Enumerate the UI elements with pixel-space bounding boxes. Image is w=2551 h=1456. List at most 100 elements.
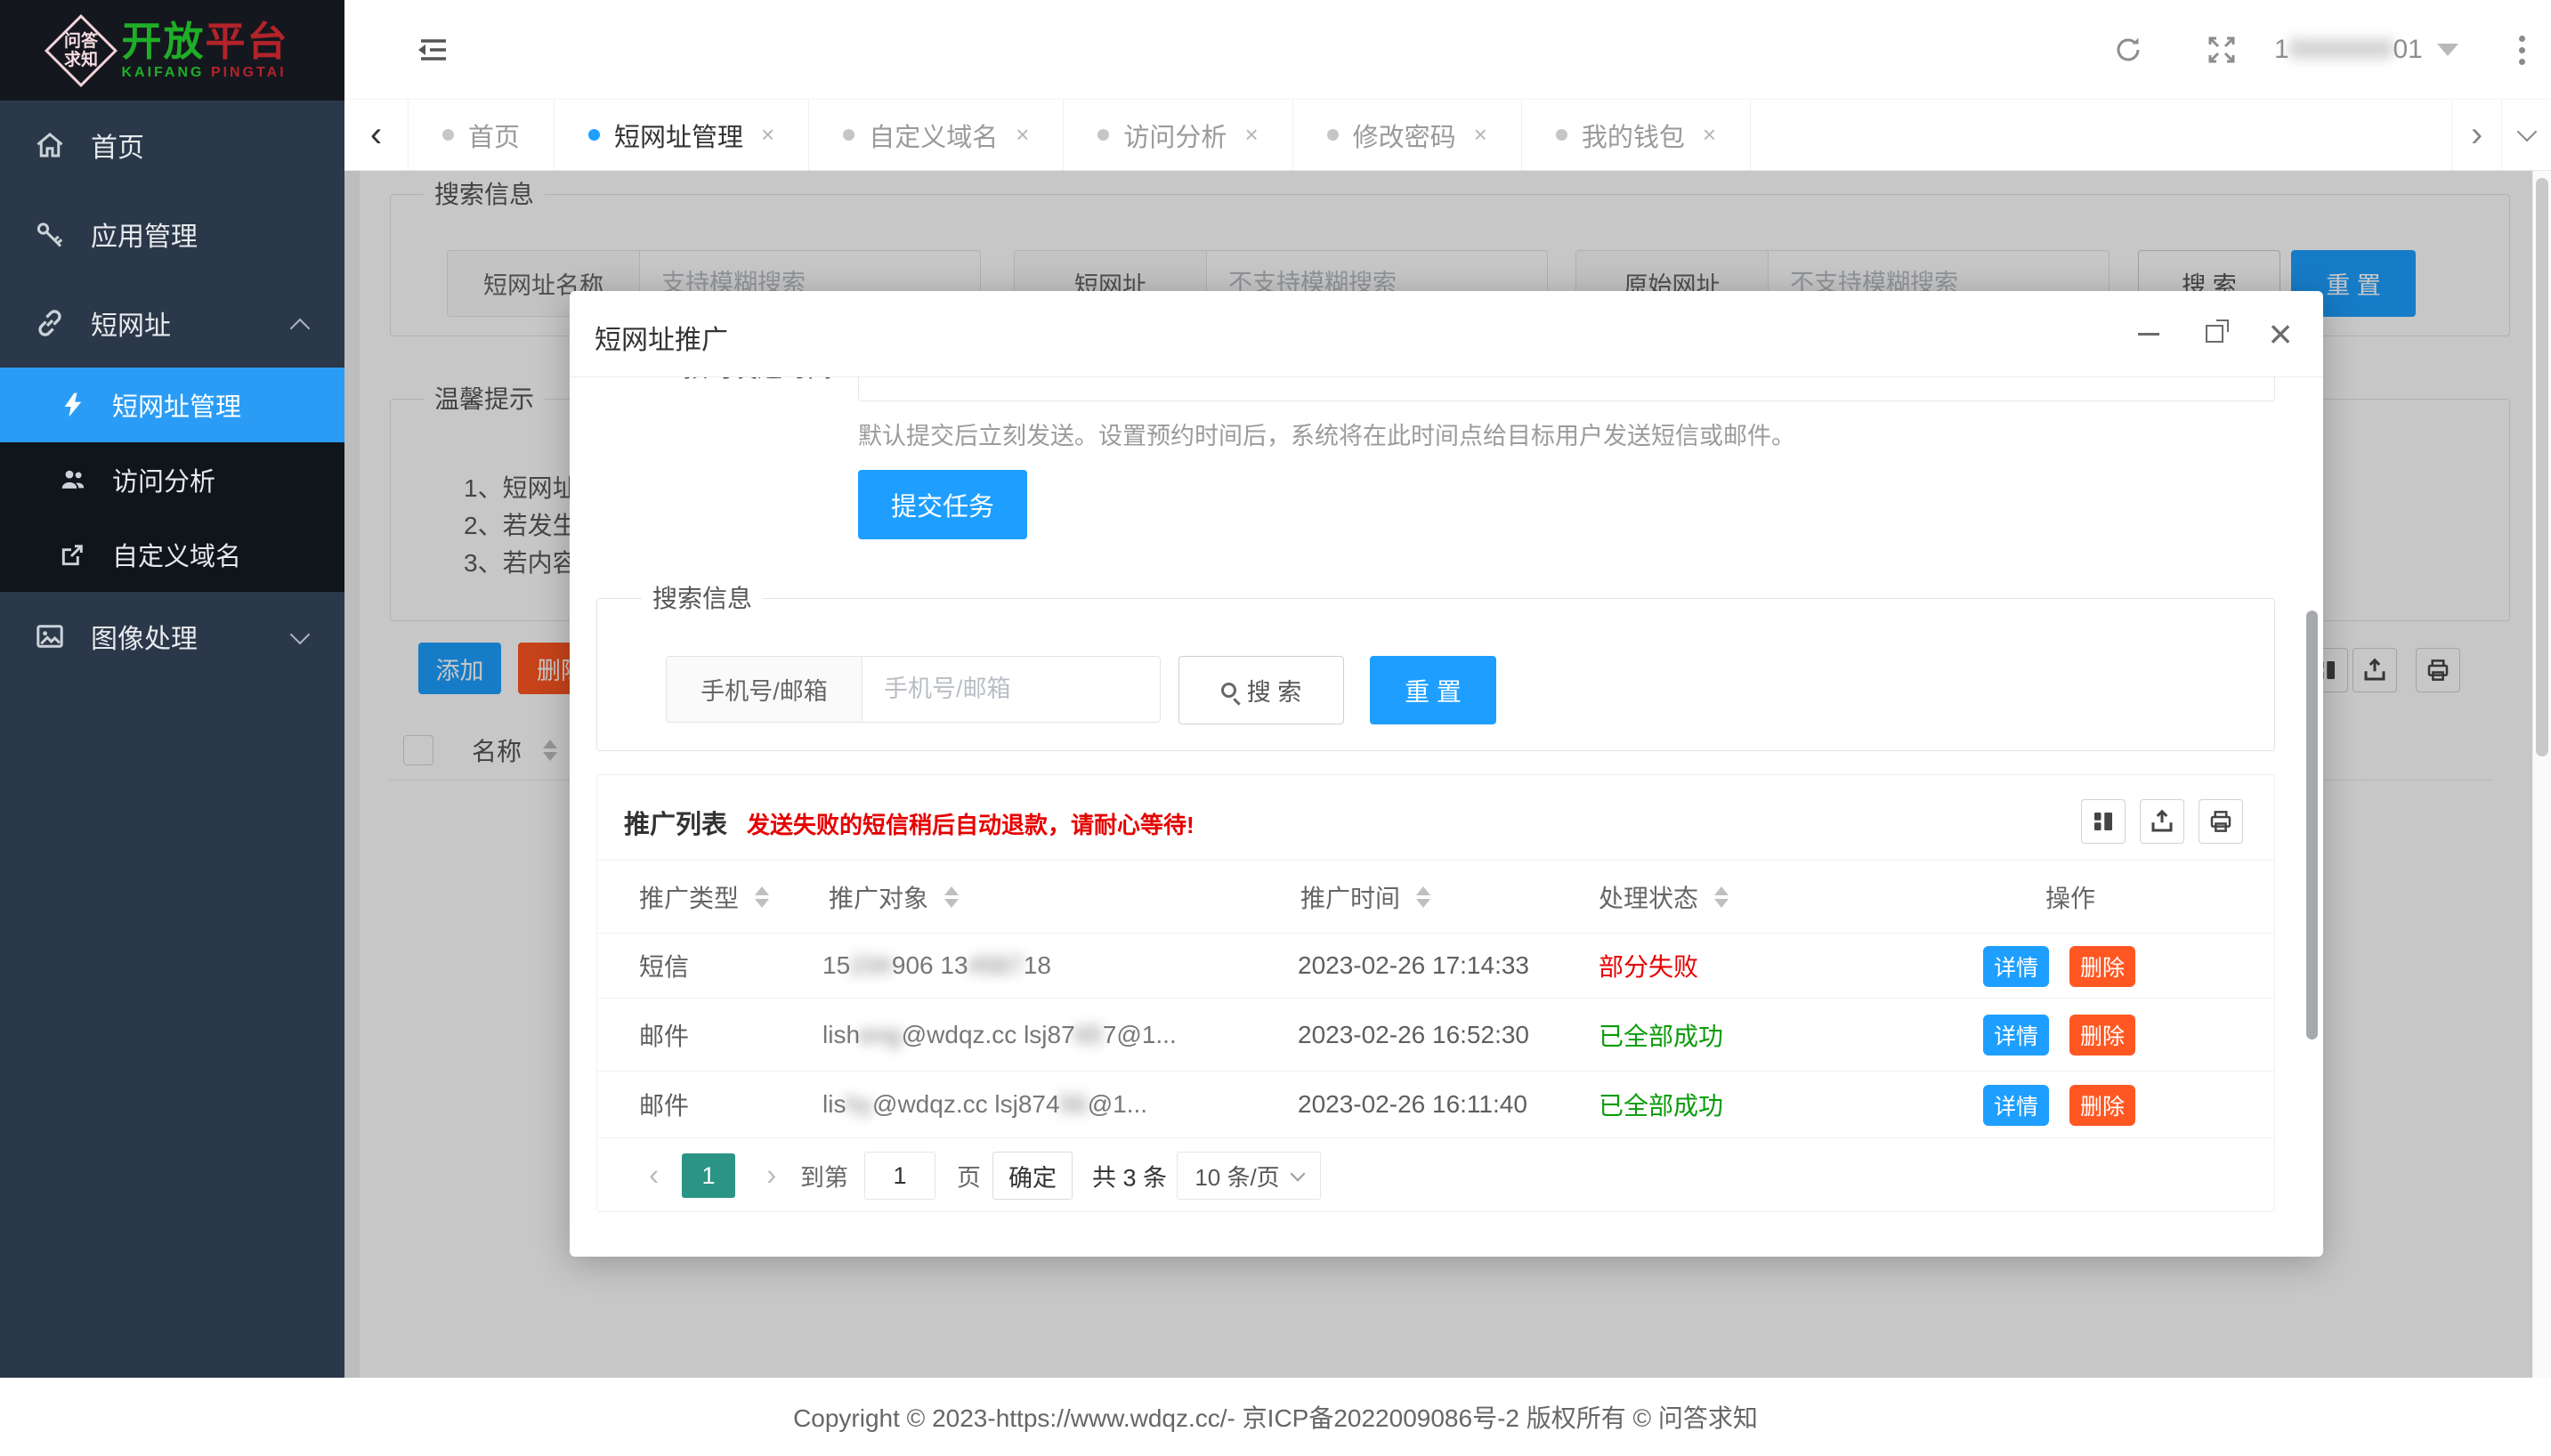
sort-icon[interactable]	[755, 886, 769, 908]
submit-task-button[interactable]: 提交任务	[858, 470, 1027, 539]
sidebar-item-1[interactable]: 应用管理	[0, 190, 344, 279]
sidebar-item-label: 应用管理	[91, 214, 198, 254]
promo-status: 部分失败	[1599, 948, 1698, 983]
modal-col-2: 推广时间	[1300, 879, 1400, 915]
sort-icon[interactable]	[944, 886, 959, 908]
image-icon	[34, 620, 66, 652]
tab-3[interactable]: 访问分析	[1064, 100, 1292, 170]
page-scrollbar-thumb[interactable]	[2536, 178, 2548, 756]
tab-4[interactable]: 修改密码	[1293, 100, 1522, 170]
page-current[interactable]: 1	[682, 1153, 735, 1198]
modal-columns-icon[interactable]	[2081, 799, 2126, 844]
promo-target: lisheng@wdqz.cc lsj87657@1...	[822, 1021, 1177, 1049]
promo-time: 2023-02-26 16:11:40	[1298, 1090, 1527, 1119]
redacted-text: 56	[1060, 1090, 1088, 1118]
close-icon[interactable]	[2261, 314, 2300, 353]
page-scrollbar[interactable]	[2532, 171, 2551, 1378]
brand-title: 开放平台 KAIFANG PINGTAI	[121, 20, 288, 81]
modal-row-action-删除[interactable]: 删除	[2069, 946, 2135, 987]
tab-label: 自定义域名	[869, 117, 998, 154]
tabs-scroll-left-icon[interactable]	[344, 100, 409, 170]
page-number-input[interactable]	[864, 1152, 935, 1200]
modal-row-action-详情[interactable]: 详情	[1983, 946, 2049, 987]
tabs-scroll-right-icon[interactable]	[2451, 100, 2501, 170]
promo-status: 已全部成功	[1599, 1087, 1723, 1122]
collapse-sidebar-icon[interactable]	[416, 32, 451, 68]
modal-body: 预约发送时间 默认提交后立刻发送。设置预约时间后，系统将在此时间点给目标用户发送…	[570, 377, 2323, 1257]
tab-dot	[1097, 129, 1109, 141]
tab-close-icon[interactable]	[1016, 121, 1029, 149]
sidebar-item-3[interactable]: 图像处理	[0, 592, 344, 681]
restore-icon[interactable]	[2195, 314, 2234, 353]
modal-table-row: 邮件lishy@wdqz.cc lsj87456@1...2023-02-26 …	[597, 1072, 2274, 1138]
tab-close-icon[interactable]	[761, 121, 774, 149]
sidebar-subitem-2[interactable]: 自定义域名	[0, 517, 344, 592]
modal-row-action-删除[interactable]: 删除	[2069, 1085, 2135, 1126]
tab-label: 短网址管理	[614, 117, 743, 154]
refresh-icon[interactable]	[2112, 34, 2144, 66]
modal-header: 短网址推广	[570, 291, 2323, 377]
sidebar-item-2[interactable]: 短网址	[0, 279, 344, 368]
sidebar-subitem-label: 访问分析	[112, 461, 215, 498]
modal-scrollbar-thumb[interactable]	[2306, 611, 2318, 1039]
page-next-icon[interactable]	[766, 1159, 776, 1193]
schedule-time-label: 预约发送时间	[683, 377, 832, 386]
app-window: 问答求知 开放平台 KAIFANG PINGTAI 首页应用管理短网址短网址管理…	[0, 0, 2551, 1456]
sidebar-subitem-0[interactable]: 短网址管理	[0, 368, 344, 442]
sidebar-subitem-label: 自定义域名	[112, 536, 241, 573]
redacted-text: hy	[846, 1090, 872, 1118]
modal-search-button[interactable]: 搜 索	[1178, 656, 1344, 724]
tab-close-icon[interactable]	[1474, 121, 1487, 149]
sidebar-submenu: 短网址管理访问分析自定义域名	[0, 368, 344, 592]
goto-label: 到第	[800, 1159, 848, 1193]
users-icon	[59, 465, 87, 494]
promo-target: 15234906 13456718	[822, 951, 1051, 980]
tabs-menu-icon[interactable]	[2501, 100, 2551, 170]
phone-email-input[interactable]	[862, 657, 1160, 722]
modal-col-3: 处理状态	[1599, 879, 1698, 915]
tab-close-icon[interactable]	[1703, 121, 1716, 149]
schedule-time-input[interactable]	[858, 377, 2275, 401]
page-prev-icon[interactable]	[649, 1159, 659, 1193]
promo-type: 邮件	[639, 1017, 689, 1053]
tab-close-icon[interactable]	[1244, 121, 1258, 149]
sidebar-item-0[interactable]: 首页	[0, 101, 344, 190]
tab-0[interactable]: 首页	[409, 100, 555, 170]
modal-export-icon[interactable]	[2140, 799, 2184, 844]
confirm-page-button[interactable]: 确定	[992, 1152, 1073, 1200]
tab-1[interactable]: 短网址管理	[555, 100, 809, 170]
modal-reset-button[interactable]: 重 置	[1370, 656, 1496, 724]
modal-row-action-删除[interactable]: 删除	[2069, 1015, 2135, 1056]
tab-dot	[843, 129, 854, 141]
minimize-icon[interactable]	[2129, 314, 2168, 353]
modal-row-action-详情[interactable]: 详情	[1983, 1015, 2049, 1056]
modal-print-icon[interactable]	[2199, 799, 2243, 844]
per-page-select[interactable]: 10 条/页	[1177, 1152, 1321, 1200]
sort-icon[interactable]	[1714, 886, 1729, 908]
target-text: 18	[1024, 951, 1051, 979]
target-text: @1...	[1088, 1090, 1147, 1118]
chevron-up-icon	[290, 319, 311, 339]
sort-icon[interactable]	[1416, 886, 1430, 908]
home-icon	[34, 129, 66, 161]
bolt-icon	[59, 391, 87, 419]
phone-email-addon: 手机号/邮箱	[667, 657, 862, 722]
tab-bar: 首页 短网址管理 自定义域名 访问分析 修改密码我的钱包	[344, 100, 2551, 171]
tab-5[interactable]: 我的钱包	[1522, 100, 1751, 170]
modal-table-header: 推广类型推广对象推广时间处理状态操作	[597, 860, 2274, 934]
user-menu[interactable]: 1888888801	[2274, 0, 2458, 100]
tab-dot	[442, 129, 454, 141]
user-name: 1888888801	[2274, 35, 2423, 65]
sidebar-subitem-1[interactable]: 访问分析	[0, 442, 344, 517]
sidebar-item-label: 首页	[91, 125, 144, 165]
total-count-label: 共 3 条	[1092, 1159, 1167, 1193]
tab-label: 访问分析	[1123, 117, 1227, 154]
redacted-text: eng	[860, 1021, 902, 1048]
tab-2[interactable]: 自定义域名	[809, 100, 1064, 170]
target-text: @wdqz.cc lsj874	[872, 1090, 1060, 1118]
promo-type: 短信	[639, 948, 689, 983]
modal-row-action-详情[interactable]: 详情	[1983, 1085, 2049, 1126]
redacted-text: 234	[850, 951, 892, 979]
fullscreen-icon[interactable]	[2206, 34, 2238, 66]
more-options-icon[interactable]	[2504, 32, 2539, 68]
